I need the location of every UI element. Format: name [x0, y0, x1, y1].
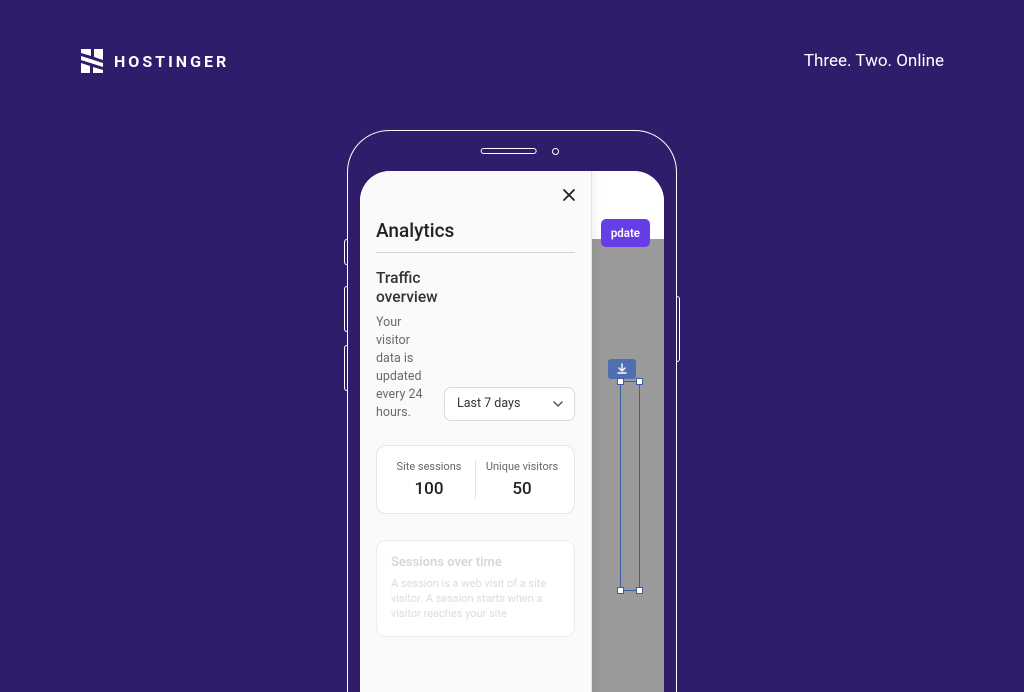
- analytics-panel: Analytics Traffic overview Your visitor …: [360, 171, 592, 692]
- brand-name: HOSTINGER: [114, 52, 229, 71]
- element-selection-frame[interactable]: [620, 381, 640, 591]
- hostinger-logo: HOSTINGER: [80, 48, 229, 74]
- phone-power-button: [677, 296, 680, 362]
- sessions-over-time-card: Sessions over time A session is a web vi…: [376, 540, 575, 637]
- close-button[interactable]: [559, 185, 579, 205]
- phone-mute-switch: [344, 239, 347, 265]
- stat-unique-visitors: Unique visitors 50: [475, 460, 568, 499]
- traffic-heading-line2: overview: [376, 288, 438, 306]
- phone-frame: pdate Analyti: [347, 130, 677, 692]
- download-icon: [616, 363, 628, 375]
- traffic-heading: Traffic overview: [376, 269, 575, 308]
- traffic-description: Your visitor data is updated every 24 ho…: [376, 314, 432, 423]
- marketing-header: HOSTINGER Three. Two. Online: [80, 48, 944, 74]
- stat-site-sessions: Site sessions 100: [383, 460, 475, 499]
- brand-tagline: Three. Two. Online: [804, 51, 944, 71]
- phone-speaker: [481, 148, 537, 154]
- traffic-heading-line1: Traffic: [376, 269, 420, 287]
- download-badge[interactable]: [608, 359, 636, 379]
- close-icon: [562, 188, 576, 202]
- phone-volume-up: [344, 286, 347, 332]
- sessions-card-title: Sessions over time: [391, 555, 560, 570]
- phone-screen: pdate Analyti: [360, 171, 664, 692]
- hostinger-logo-icon: [80, 48, 104, 74]
- update-button[interactable]: pdate: [601, 219, 650, 247]
- stat-value: 50: [476, 479, 568, 499]
- stat-label: Unique visitors: [476, 460, 568, 473]
- panel-title: Analytics: [376, 213, 575, 253]
- chevron-down-icon: [552, 398, 564, 410]
- date-range-value: Last 7 days: [457, 396, 520, 411]
- stat-label: Site sessions: [383, 460, 475, 473]
- sessions-card-description: A session is a web visit of a site visit…: [391, 576, 560, 622]
- phone-volume-down: [344, 345, 347, 391]
- stat-value: 100: [383, 479, 475, 499]
- stats-card: Site sessions 100 Unique visitors 50: [376, 445, 575, 514]
- phone-camera: [552, 148, 559, 155]
- date-range-select[interactable]: Last 7 days: [444, 387, 575, 421]
